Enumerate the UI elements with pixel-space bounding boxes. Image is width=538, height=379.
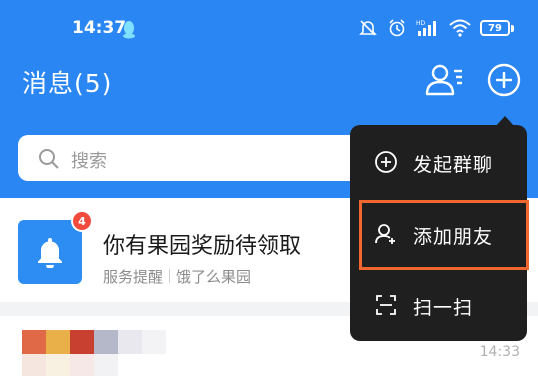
menu-item-label: 发起群聊 <box>413 154 494 176</box>
status-bar: 14:37 HD 79 <box>0 0 538 58</box>
qq-penguin-icon <box>123 21 135 39</box>
page-title: 消息(5) <box>22 69 113 98</box>
message-app: 饿了么果园 <box>176 268 252 286</box>
menu-item-scan[interactable]: 扫一扫 <box>350 275 527 335</box>
search-icon <box>39 149 59 169</box>
menu-item-start-group-chat[interactable]: 发起群聊 <box>350 132 527 192</box>
battery-icon: 79 <box>480 20 510 36</box>
status-time: 14:37 <box>72 18 127 38</box>
wifi-icon <box>449 19 471 37</box>
unread-badge: 4 <box>71 210 93 232</box>
avatar <box>18 220 82 284</box>
alarm-icon <box>389 19 405 37</box>
contacts-icon[interactable] <box>425 62 465 98</box>
mute-icon <box>359 20 377 36</box>
bell-icon <box>38 238 62 268</box>
search-placeholder: 搜索 <box>71 151 107 172</box>
message-time: 14:33 <box>479 344 520 360</box>
scan-icon <box>376 295 396 315</box>
svg-text:HD: HD <box>416 20 426 27</box>
plus-circle-icon <box>375 151 397 173</box>
menu-item-label: 扫一扫 <box>413 297 474 319</box>
message-subtitle: 服务提醒 饿了么果园 <box>103 266 251 287</box>
avatar <box>22 330 166 354</box>
signal-icon: HD <box>416 20 436 36</box>
message-source: 服务提醒 <box>103 268 164 286</box>
message-title: 你有果园奖励待领取 <box>103 234 302 259</box>
highlight-box <box>359 200 529 270</box>
plus-circle-icon[interactable] <box>486 62 522 98</box>
battery-level: 79 <box>488 22 502 34</box>
